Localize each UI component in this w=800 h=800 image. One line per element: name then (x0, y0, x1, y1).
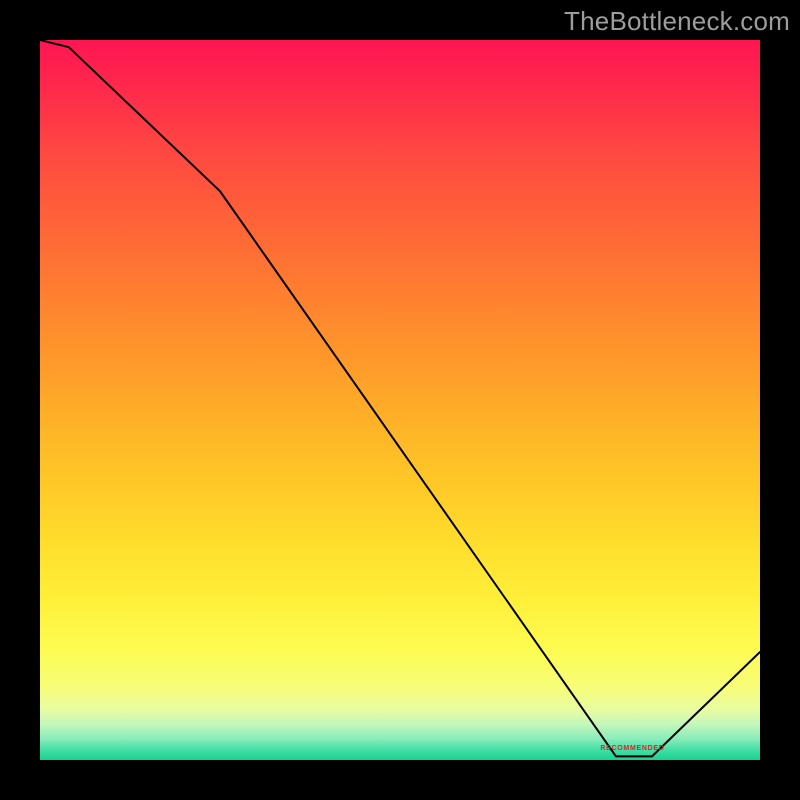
recommended-label: RECOMMENDED (600, 745, 664, 752)
plot-area: RECOMMENDED (40, 40, 760, 760)
attribution-label: TheBottleneck.com (564, 6, 790, 37)
chart-stage: TheBottleneck.com RECOMMENDED (0, 0, 800, 800)
background-gradient (40, 40, 760, 760)
